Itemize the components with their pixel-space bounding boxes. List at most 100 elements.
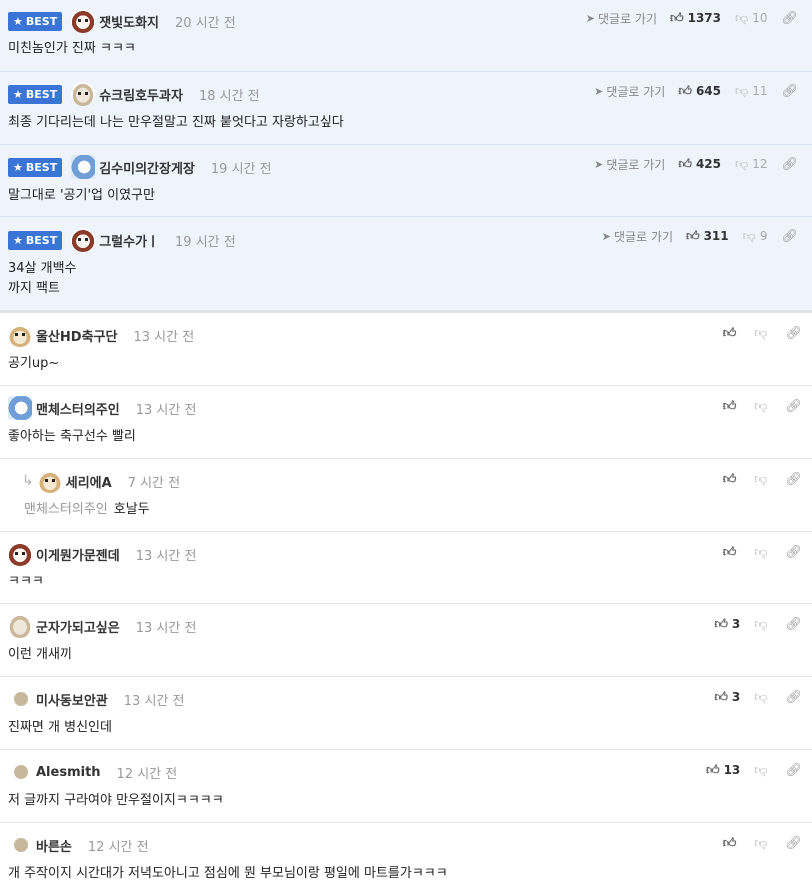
- like-button[interactable]: 👍︎: [723, 472, 741, 487]
- dislike-button[interactable]: 👎︎: [754, 836, 771, 851]
- like-button[interactable]: 👍︎: [723, 326, 741, 341]
- link-icon[interactable]: 🔗︎: [785, 326, 802, 341]
- link-icon[interactable]: 🔗︎: [785, 545, 802, 560]
- thumbs-up-icon: 👍︎: [722, 544, 737, 560]
- comment-item: 군자가되고싶은 13 시간 전 👍︎ 3 👎︎ 🔗︎ 이런 개새끼: [0, 604, 812, 677]
- link-icon[interactable]: 🔗︎: [785, 836, 802, 851]
- dislike-button[interactable]: 👎︎: [754, 617, 771, 632]
- comment-text: 저 글까지 구라여야 만우절이지ㅋㅋㅋㅋ: [8, 793, 224, 808]
- thumbs-up-icon: 👍︎: [722, 471, 737, 487]
- avatar[interactable]: [8, 323, 32, 347]
- nickname[interactable]: 바른손: [36, 836, 72, 855]
- avatar[interactable]: [14, 692, 28, 706]
- avatar[interactable]: [8, 396, 32, 420]
- reply-item: ↳ 세리에A 7 시간 전 👍︎ 👎︎ 🔗︎ 맨체스터의주인 호날두: [0, 459, 812, 532]
- like-button[interactable]: 👍︎ 1373: [670, 11, 721, 26]
- thumbs-down-icon: 👎︎: [754, 398, 768, 414]
- like-button[interactable]: 👍︎ 645: [678, 84, 721, 99]
- like-button[interactable]: 👍︎ 311: [686, 229, 729, 244]
- like-button[interactable]: 👍︎ 3: [714, 617, 740, 632]
- dislike-button[interactable]: 👎︎: [754, 763, 771, 778]
- dislike-button[interactable]: 👎︎: [754, 690, 771, 705]
- nickname[interactable]: 울산HD축구단: [36, 326, 117, 345]
- timestamp: 19 시간 전: [210, 161, 272, 177]
- like-button[interactable]: 👍︎ 3: [714, 690, 740, 705]
- avatar[interactable]: [71, 9, 96, 33]
- thumbs-up-icon: 👍︎: [722, 325, 737, 341]
- timestamp: 13 시간 전: [135, 620, 197, 636]
- nickname[interactable]: 군자가되고싶은: [36, 617, 120, 636]
- nickname[interactable]: 그럴수가ㅣ: [99, 231, 159, 250]
- dislike-button[interactable]: 👎︎: [754, 326, 771, 341]
- timestamp: 13 시간 전: [123, 693, 185, 709]
- comment-text: 34살 개백수 까지 팩트: [8, 261, 77, 296]
- avatar[interactable]: [37, 469, 62, 493]
- avatar[interactable]: [8, 542, 32, 566]
- best-comment: ★ BEST 슈크림호두과자 18 시간 전 ➤ 댓글로 가기 👍︎ 645 👎︎ 11…: [0, 72, 812, 145]
- dislike-button[interactable]: 👎︎ 12: [735, 157, 767, 172]
- reply-arrow-icon: ↳: [22, 473, 34, 489]
- timestamp: 18 시간 전: [198, 88, 260, 104]
- star-icon: ★: [13, 233, 23, 247]
- avatar[interactable]: [8, 614, 32, 638]
- link-icon[interactable]: 🔗︎: [785, 617, 802, 632]
- nickname[interactable]: 잿빛도화지: [99, 12, 159, 31]
- link-icon[interactable]: 🔗︎: [785, 763, 802, 778]
- link-icon[interactable]: 🔗︎: [781, 11, 798, 26]
- timestamp: 12 시간 전: [87, 839, 149, 855]
- dislike-button[interactable]: 👎︎ 11: [735, 84, 767, 99]
- dislike-button[interactable]: 👎︎: [754, 545, 771, 560]
- best-comment: ★ BEST 김수미의간장게장 19 시간 전 ➤ 댓글로 가기 👍︎ 425 👎︎ 1…: [0, 145, 812, 217]
- goto-comment-link[interactable]: ➤ 댓글로 가기: [586, 10, 657, 27]
- nickname[interactable]: 슈크림호두과자: [99, 85, 183, 104]
- nickname[interactable]: 미사동보안관: [36, 690, 108, 709]
- comment-text: 이런 개새끼: [8, 647, 72, 662]
- avatar[interactable]: [71, 155, 96, 179]
- timestamp: 19 시간 전: [175, 234, 236, 250]
- like-button[interactable]: 👍︎: [723, 399, 741, 414]
- like-button[interactable]: 👍︎: [723, 545, 741, 560]
- nickname[interactable]: 맨체스터의주인: [36, 399, 120, 418]
- link-icon[interactable]: 🔗︎: [785, 399, 802, 414]
- thumbs-up-icon: 👍︎: [714, 616, 728, 632]
- like-button[interactable]: 👍︎ 425: [678, 157, 721, 172]
- goto-comment-link[interactable]: ➤ 댓글로 가기: [594, 156, 665, 173]
- timestamp: 7 시간 전: [127, 475, 181, 491]
- best-comment: ★ BEST 잿빛도화지 20 시간 전 ➤ 댓글로 가기 👍︎ 1373 👎︎ 10 …: [0, 0, 812, 72]
- link-icon[interactable]: 🔗︎: [781, 157, 798, 172]
- link-icon[interactable]: 🔗︎: [785, 690, 802, 705]
- best-comment: ★ BEST 그럴수가ㅣ 19 시간 전 ➤ 댓글로 가기 👍︎ 311 👎︎ 9 🔗︎…: [0, 217, 812, 310]
- like-button[interactable]: 👍︎ 13: [706, 763, 740, 778]
- comment-text: 미친놈인가 진짜 ㅋㅋㅋ: [8, 41, 136, 56]
- avatar[interactable]: [14, 765, 28, 779]
- mention-link[interactable]: 맨체스터의주인: [24, 502, 108, 517]
- timestamp: 20 시간 전: [175, 15, 236, 31]
- nickname[interactable]: 이게뭔가문젠데: [36, 545, 120, 564]
- dislike-button[interactable]: 👎︎ 9: [743, 229, 768, 244]
- thumbs-down-icon: 👎︎: [754, 835, 768, 851]
- comment-text: 개 주작이지 시간대가 저녁도아니고 점심에 뭔 부모님이랑 평일에 마트를가ㅋ…: [8, 866, 448, 881]
- goto-comment-link[interactable]: ➤ 댓글로 가기: [602, 228, 673, 245]
- avatar[interactable]: [71, 82, 96, 106]
- comments-section: 울산HD축구단 13 시간 전 👍︎ 👎︎ 🔗︎ 공기up~ 맨체스터의주인 1…: [0, 313, 812, 896]
- nickname[interactable]: 세리에A: [66, 472, 112, 491]
- dislike-button[interactable]: 👎︎ 10: [735, 11, 767, 26]
- comment-item: 바른손 12 시간 전 👍︎ 👎︎ 🔗︎ 개 주작이지 시간대가 저녁도아니고 …: [0, 823, 812, 896]
- thumbs-up-icon: 👍︎: [714, 689, 728, 705]
- avatar[interactable]: [71, 228, 96, 252]
- goto-comment-link[interactable]: ➤ 댓글로 가기: [594, 83, 665, 100]
- nickname[interactable]: Alesmith: [36, 765, 101, 780]
- link-icon[interactable]: 🔗︎: [781, 84, 798, 99]
- star-icon: ★: [13, 160, 23, 174]
- nickname[interactable]: 김수미의간장게장: [99, 158, 195, 177]
- link-icon[interactable]: 🔗︎: [781, 229, 798, 244]
- timestamp: 13 시간 전: [133, 329, 195, 345]
- avatar[interactable]: [14, 838, 28, 852]
- star-icon: ★: [13, 87, 23, 101]
- link-icon[interactable]: 🔗︎: [785, 472, 802, 487]
- comment-text: ㅋㅋㅋ: [8, 574, 44, 589]
- timestamp: 13 시간 전: [135, 402, 197, 418]
- like-button[interactable]: 👍︎: [723, 836, 741, 851]
- dislike-button[interactable]: 👎︎: [754, 472, 771, 487]
- dislike-button[interactable]: 👎︎: [754, 399, 771, 414]
